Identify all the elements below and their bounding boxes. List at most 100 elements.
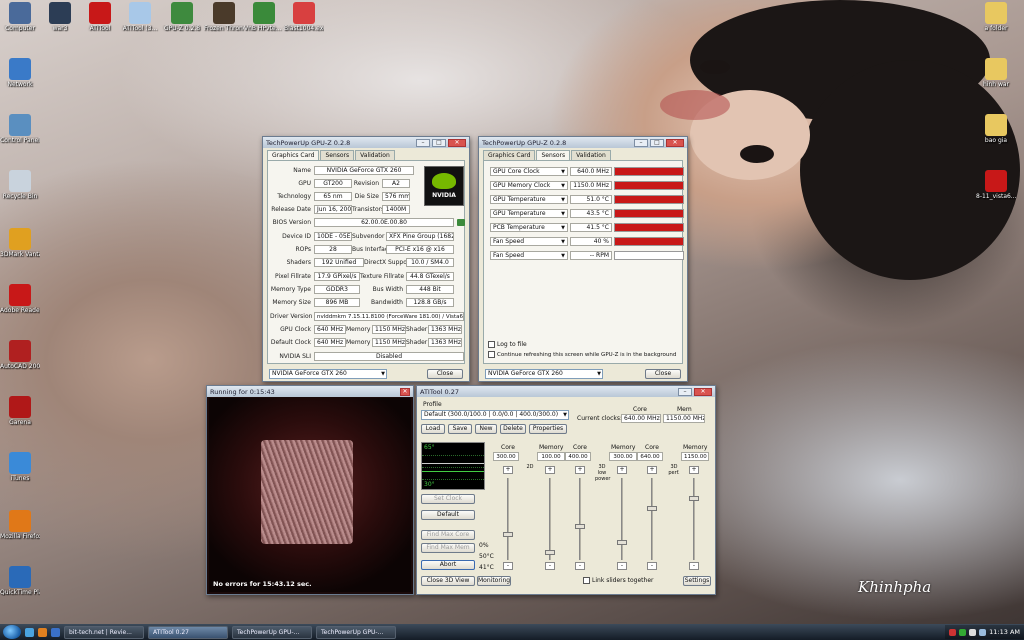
- memory-input[interactable]: 300.00: [609, 452, 637, 461]
- tray-ati-icon[interactable]: [949, 628, 957, 636]
- desktop-icon-top-4[interactable]: Frozen Throne.e...: [204, 2, 244, 32]
- title-bar[interactable]: TechPowerUp GPU-Z 0.2.8 – □ ✕: [263, 137, 469, 148]
- settings-button[interactable]: Settings: [683, 576, 711, 586]
- desktop-icon-left-1[interactable]: Network: [0, 58, 40, 88]
- sensor-name-select[interactable]: PCB Temperature ▼: [490, 222, 568, 232]
- monitoring-button[interactable]: Monitoring: [477, 576, 511, 586]
- core-input[interactable]: 300.00: [493, 452, 519, 461]
- desktop-icon-left-7[interactable]: Garena: [0, 396, 40, 426]
- close-button[interactable]: Close: [645, 369, 681, 379]
- task-gpuz-1[interactable]: TechPowerUp GPU-...: [232, 625, 312, 639]
- close-window-button[interactable]: ✕: [448, 138, 466, 147]
- slider-thumb[interactable]: [617, 540, 627, 545]
- tab-sensors[interactable]: Sensors: [320, 150, 355, 160]
- desktop-icon-top-1[interactable]: ATITool: [80, 2, 120, 32]
- core-slider[interactable]: [503, 478, 513, 560]
- desktop-icon-left-6[interactable]: AutoCAD 2007: [0, 340, 40, 370]
- core-slider[interactable]: [647, 478, 657, 560]
- memory-input[interactable]: 1150.00: [681, 452, 709, 461]
- show-desktop-icon[interactable]: [25, 627, 34, 637]
- sensor-name-select[interactable]: GPU Core Clock ▼: [490, 166, 568, 176]
- abort-button[interactable]: Abort: [421, 560, 475, 570]
- task-gpuz-2[interactable]: TechPowerUp GPU-...: [316, 625, 396, 639]
- memory-slider[interactable]: [617, 478, 627, 560]
- close-window-button[interactable]: ✕: [694, 387, 712, 396]
- decrease-button[interactable]: -: [689, 562, 699, 570]
- tray-clock[interactable]: 11:13 AM: [989, 628, 1020, 636]
- load-button[interactable]: Load: [421, 424, 445, 434]
- find-max-mem-button[interactable]: Find Max Mem: [421, 543, 475, 553]
- close-3d-view-button[interactable]: Close 3D View: [421, 576, 475, 586]
- firefox-quicklaunch-icon[interactable]: [38, 627, 47, 637]
- slider-thumb[interactable]: [575, 524, 585, 529]
- ie-quicklaunch-icon[interactable]: [51, 627, 60, 637]
- increase-button[interactable]: +: [617, 466, 627, 474]
- card-select[interactable]: NVIDIA GeForce GTX 260 ▼: [485, 369, 603, 379]
- sensor-name-select[interactable]: Fan Speed ▼: [490, 236, 568, 246]
- find-max-core-button[interactable]: Find Max Core: [421, 530, 475, 540]
- desktop-icon-top-0[interactable]: war3: [40, 2, 80, 32]
- desktop-icon-left-3[interactable]: Recycle Bin: [0, 170, 40, 200]
- desktop-icon-left-4[interactable]: 3DMark Vantage: [0, 228, 40, 258]
- desktop-icon-right-2[interactable]: bao gia: [976, 114, 1016, 144]
- minimize-button[interactable]: –: [634, 138, 648, 147]
- memory-slider[interactable]: [689, 478, 699, 560]
- decrease-button[interactable]: -: [575, 562, 585, 570]
- title-bar[interactable]: Running for 0:15:43 ✕: [207, 386, 413, 397]
- desktop-icon-left-8[interactable]: iTunes: [0, 452, 40, 482]
- set-clock-button[interactable]: Set Clock: [421, 494, 475, 504]
- minimize-button[interactable]: –: [416, 138, 430, 147]
- desktop-icon-top-6[interactable]: Blast1004.exe: [284, 2, 324, 32]
- tab-graphics-card[interactable]: Graphics Card: [483, 150, 536, 160]
- card-select[interactable]: NVIDIA GeForce GTX 260 ▼: [269, 369, 387, 379]
- start-button[interactable]: [3, 625, 21, 639]
- desktop-icon-top-3[interactable]: GPU-Z 0.2.8: [162, 2, 202, 32]
- slider-thumb[interactable]: [689, 496, 699, 501]
- desktop-icon-top-5[interactable]: VnB HPvte... - Shortcut: [244, 2, 284, 32]
- increase-button[interactable]: +: [545, 466, 555, 474]
- increase-button[interactable]: +: [575, 466, 585, 474]
- sensor-name-select[interactable]: GPU Memory Clock ▼: [490, 180, 568, 190]
- desktop-icon-left-9[interactable]: Mozilla Firefox: [0, 510, 40, 540]
- delete-button[interactable]: Delete: [500, 424, 526, 434]
- sensor-name-select[interactable]: GPU Temperature ▼: [490, 208, 568, 218]
- profile-select[interactable]: Default (300.0/100.0 | 0.0/0.0 | 400.0/3…: [421, 410, 569, 420]
- sensor-name-select[interactable]: GPU Temperature ▼: [490, 194, 568, 204]
- default-button[interactable]: Default: [421, 510, 475, 520]
- desktop-icon-top-2[interactable]: ATITool (3...: [120, 2, 160, 32]
- desktop-icon-right-0[interactable]: a folder: [976, 2, 1016, 32]
- properties-button[interactable]: Properties: [529, 424, 567, 434]
- tab-graphics-card[interactable]: Graphics Card: [267, 150, 320, 160]
- decrease-button[interactable]: -: [545, 562, 555, 570]
- tray-volume-icon[interactable]: [979, 628, 987, 636]
- increase-button[interactable]: +: [647, 466, 657, 474]
- task-atitool[interactable]: ATITool 0.27: [148, 625, 228, 639]
- title-bar[interactable]: TechPowerUp GPU-Z 0.2.8 – □ ✕: [479, 137, 687, 148]
- desktop-icon-right-1[interactable]: hinh war: [976, 58, 1016, 88]
- increase-button[interactable]: +: [689, 466, 699, 474]
- slider-thumb[interactable]: [545, 550, 555, 555]
- new-button[interactable]: New: [475, 424, 497, 434]
- decrease-button[interactable]: -: [503, 562, 513, 570]
- maximize-button[interactable]: □: [650, 138, 664, 147]
- task-browser[interactable]: bit-tech.net | Revie...: [64, 625, 144, 639]
- link-sliders-checkbox[interactable]: [583, 577, 590, 584]
- maximize-button[interactable]: □: [432, 138, 446, 147]
- slider-thumb[interactable]: [647, 506, 657, 511]
- memory-slider[interactable]: [545, 478, 555, 560]
- save-button[interactable]: Save: [448, 424, 472, 434]
- core-input[interactable]: 400.00: [565, 452, 591, 461]
- minimize-button[interactable]: –: [678, 387, 692, 396]
- tab-validation[interactable]: Validation: [571, 150, 611, 160]
- decrease-button[interactable]: -: [617, 562, 627, 570]
- close-window-button[interactable]: ✕: [666, 138, 684, 147]
- bios-save-icon[interactable]: [457, 219, 465, 226]
- close-button[interactable]: Close: [427, 369, 463, 379]
- desktop-icon-left-0[interactable]: Computer: [0, 2, 40, 32]
- core-slider[interactable]: [575, 478, 585, 560]
- sensor-name-select[interactable]: Fan Speed ▼: [490, 250, 568, 260]
- tray-gpu-icon[interactable]: [959, 628, 967, 636]
- desktop-icon-left-5[interactable]: Adobe Reader 9: [0, 284, 40, 314]
- increase-button[interactable]: +: [503, 466, 513, 474]
- log-checkbox[interactable]: [488, 341, 495, 348]
